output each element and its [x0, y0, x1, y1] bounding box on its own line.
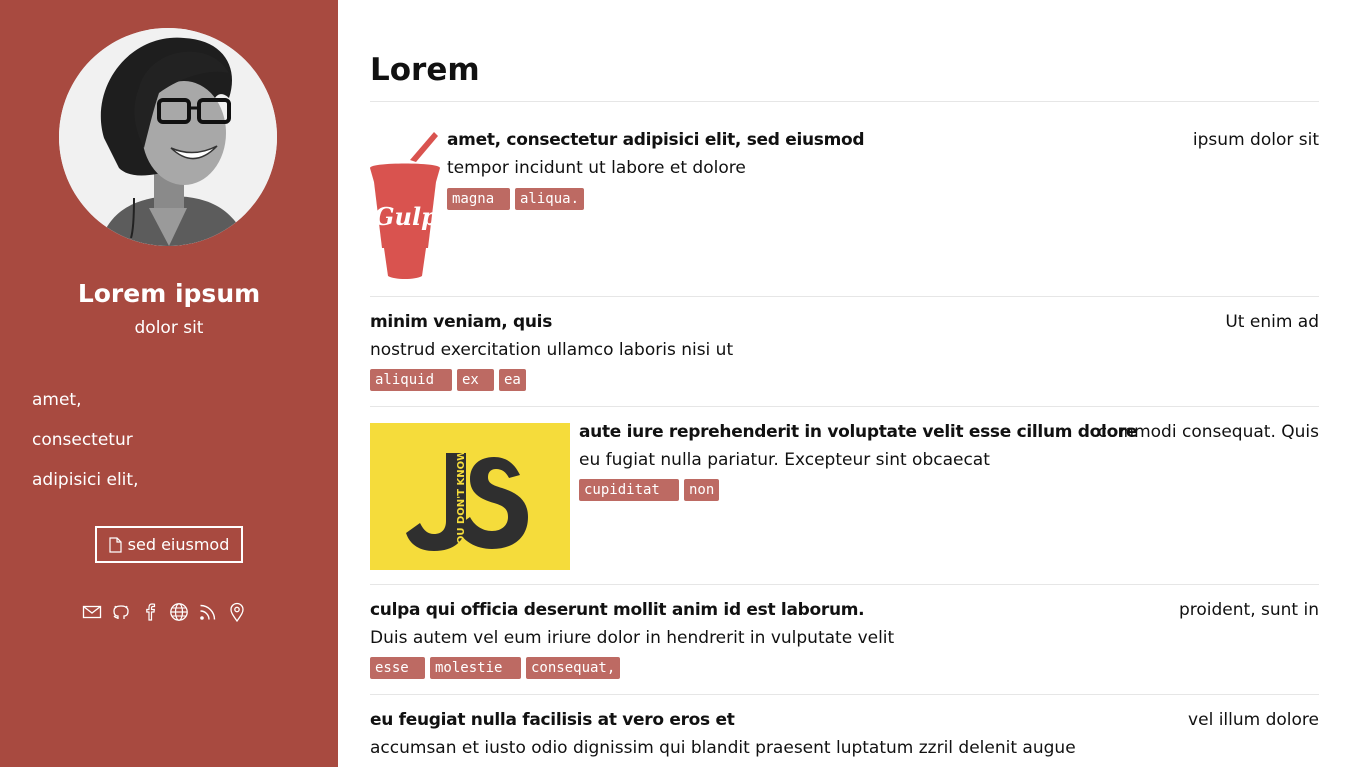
avatar — [59, 28, 277, 246]
js-book-cover: YOU DON'T KNOW — [370, 423, 570, 570]
globe-icon[interactable] — [167, 600, 190, 623]
tag[interactable]: aliqua. — [515, 188, 585, 210]
tag[interactable]: cupiditat — [579, 479, 679, 501]
tag-list: aliquid ex ea — [370, 369, 526, 391]
tag-list: magna aliqua. — [447, 188, 585, 210]
resume-button[interactable]: sed eiusmod — [95, 526, 243, 563]
tag[interactable]: non — [684, 479, 720, 501]
profile-name: Lorem ipsum — [77, 279, 261, 308]
tag-list: cupiditat non — [579, 479, 720, 501]
entry-date: Ut enim ad — [1225, 312, 1319, 332]
title-divider — [370, 101, 1319, 102]
entry-title[interactable]: amet, consectetur adipisici elit, sed ei… — [447, 130, 865, 150]
sidebar-link-1[interactable]: amet, — [32, 389, 138, 429]
tag[interactable]: consequat, — [526, 657, 621, 679]
entry-description: nostrud exercitation ullamco laboris nis… — [370, 340, 734, 360]
entry-title[interactable]: eu feugiat nulla facilisis at vero eros … — [370, 710, 735, 730]
entry-divider — [370, 694, 1319, 695]
profile-subtitle: dolor sit — [134, 318, 204, 338]
entry-date: proident, sunt in — [1178, 600, 1319, 620]
tag[interactable]: magna — [447, 188, 510, 210]
tag-list: esse molestie consequat, — [370, 657, 621, 679]
tag[interactable]: molestie — [430, 657, 521, 679]
entry-date: ipsum dolor sit — [1192, 130, 1319, 150]
entry-date: vel illum dolore — [1188, 710, 1319, 730]
rss-icon[interactable] — [196, 600, 219, 623]
entry-description: Duis autem vel eum iriure dolor in hendr… — [370, 628, 895, 648]
entry-divider — [370, 296, 1319, 297]
entry-divider — [370, 584, 1319, 585]
entry-title[interactable]: aute iure reprehenderit in voluptate vel… — [579, 422, 1138, 442]
github-icon[interactable] — [109, 600, 132, 623]
entry-description: eu fugiat nulla pariatur. Excepteur sint… — [579, 450, 990, 470]
social-links — [80, 600, 248, 623]
document-icon — [109, 536, 122, 553]
sidebar-link-2[interactable]: consectetur — [32, 429, 138, 469]
gulp-logo: Gulp — [370, 130, 440, 282]
tag[interactable]: aliquid — [370, 369, 452, 391]
sidebar: Lorem ipsum dolor sit amet, consectetur … — [0, 0, 338, 767]
entry-description: accumsan et iusto odio dignissim qui bla… — [370, 738, 1076, 758]
mail-icon[interactable] — [80, 600, 103, 623]
entry-title[interactable]: minim veniam, quis — [370, 312, 552, 332]
tag[interactable]: ea — [499, 369, 526, 391]
resume-button-label: sed eiusmod — [127, 535, 230, 554]
cover-text: YOU DON'T KNOW — [456, 450, 467, 552]
location-pin-icon[interactable] — [225, 600, 248, 623]
tag[interactable]: ex — [457, 369, 494, 391]
sidebar-link-3[interactable]: adipisici elit, — [32, 469, 138, 509]
entry-description: tempor incidunt ut labore et dolore — [447, 158, 746, 178]
entry-date: commodi consequat. Quis — [1097, 422, 1319, 442]
entry-title[interactable]: culpa qui officia deserunt mollit anim i… — [370, 600, 865, 620]
tag[interactable]: esse — [370, 657, 425, 679]
facebook-icon[interactable] — [138, 600, 161, 623]
entry-divider — [370, 406, 1319, 407]
page-title: Lorem — [370, 52, 480, 88]
svg-text:Gulp: Gulp — [374, 202, 438, 231]
sidebar-links: amet, consectetur adipisici elit, — [32, 389, 138, 509]
